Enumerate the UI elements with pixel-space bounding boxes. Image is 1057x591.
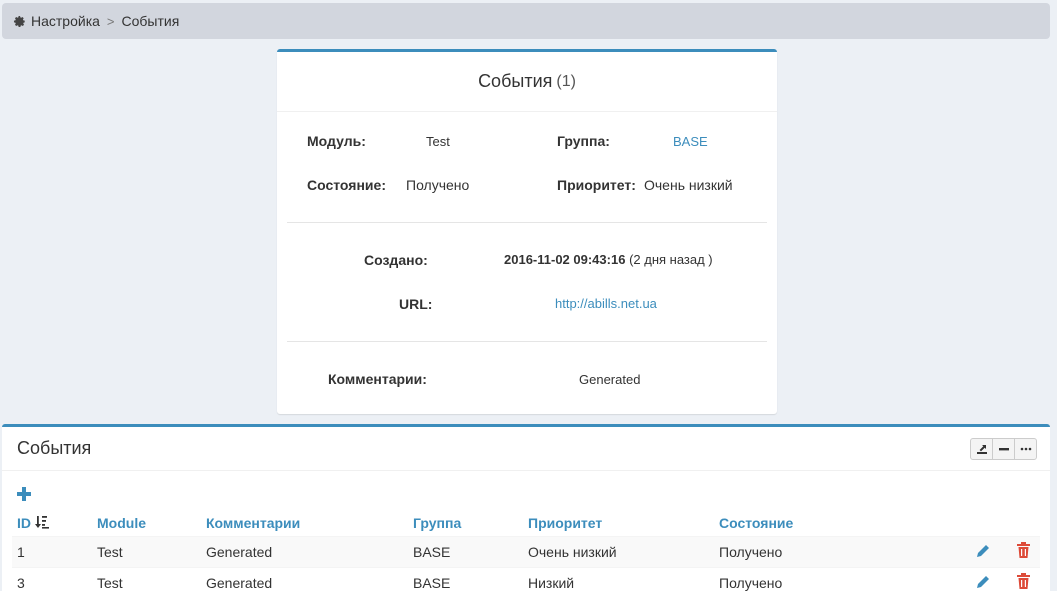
breadcrumb: Настройка > События xyxy=(2,3,1050,39)
priority-label: Приоритет: xyxy=(557,177,636,193)
divider xyxy=(287,341,767,342)
comments-label: Комментарии: xyxy=(328,371,427,387)
cell-priority: Очень низкий xyxy=(523,535,714,567)
created-label: Создано: xyxy=(364,252,428,268)
detail-title: События (1) xyxy=(277,52,777,112)
cell-module: Test xyxy=(92,566,201,591)
column-header-state[interactable]: Состояние xyxy=(714,510,949,536)
delete-button[interactable] xyxy=(1017,573,1030,591)
edit-button[interactable] xyxy=(976,574,991,591)
gear-icon xyxy=(13,15,25,27)
column-header-comments[interactable]: Комментарии xyxy=(201,510,408,536)
events-list-panel: События ID Module Комментарии Группа При… xyxy=(2,424,1050,591)
box-tools xyxy=(970,438,1037,460)
cell-priority: Низкий xyxy=(523,566,714,591)
url-label: URL: xyxy=(399,296,433,312)
minus-icon xyxy=(998,448,1009,451)
list-title: События xyxy=(17,438,92,458)
detail-count: (1) xyxy=(556,72,576,90)
column-header-id[interactable]: ID xyxy=(12,510,92,536)
module-value: Test xyxy=(426,134,450,149)
export-icon xyxy=(976,445,987,454)
export-button[interactable] xyxy=(970,438,993,460)
table-header-row: ID Module Комментарии Группа Приоритет С… xyxy=(12,510,1040,536)
cell-group: BASE xyxy=(408,535,523,567)
created-ago: (2 дня назад ) xyxy=(629,252,713,267)
divider xyxy=(287,222,767,223)
group-value: BASE xyxy=(673,134,708,149)
url-link[interactable]: http://abills.net.ua xyxy=(555,296,657,311)
created-value: 2016-11-02 09:43:16 xyxy=(504,252,626,267)
cell-state: Получено xyxy=(714,535,950,567)
table-row: 3 Test Generated BASE Низкий Получено xyxy=(12,566,1040,591)
column-header-module[interactable]: Module xyxy=(92,510,201,536)
events-table: ID Module Комментарии Группа Приоритет С… xyxy=(12,510,1040,591)
cell-actions xyxy=(949,566,1040,591)
pencil-icon xyxy=(977,575,990,588)
ellipsis-icon xyxy=(1020,447,1031,451)
table-row: 1 Test Generated BASE Очень низкий Получ… xyxy=(12,535,1040,567)
module-label: Модуль: xyxy=(307,133,366,149)
state-label: Состояние: xyxy=(307,177,386,193)
sort-desc-icon xyxy=(34,515,49,529)
cell-state: Получено xyxy=(714,566,950,591)
comments-value: Generated xyxy=(579,372,641,387)
list-header: События xyxy=(2,427,1050,471)
event-detail-panel: События (1) Модуль: Test Группа: BASE Со… xyxy=(277,49,777,414)
column-header-priority[interactable]: Приоритет xyxy=(523,510,714,536)
delete-button[interactable] xyxy=(1017,542,1030,561)
state-value: Получено xyxy=(406,177,470,193)
group-label: Группа: xyxy=(557,133,610,149)
cell-module: Test xyxy=(92,535,201,567)
priority-value: Очень низкий xyxy=(644,177,733,193)
pencil-icon xyxy=(977,544,990,557)
cell-group: BASE xyxy=(408,566,523,591)
column-header-label: ID xyxy=(17,514,31,531)
column-header-actions xyxy=(949,510,1040,536)
breadcrumb-separator: > xyxy=(106,13,115,29)
plus-icon[interactable] xyxy=(16,486,32,502)
breadcrumb-item-settings[interactable]: Настройка xyxy=(31,13,100,29)
detail-title-text: События xyxy=(478,71,553,91)
cell-actions xyxy=(949,535,1040,567)
cell-id: 1 xyxy=(12,535,92,567)
created-field: 2016-11-02 09:43:16 (2 дня назад ) xyxy=(504,252,713,267)
collapse-button[interactable] xyxy=(992,438,1015,460)
trash-icon xyxy=(1017,573,1030,590)
cell-comments: Generated xyxy=(201,535,408,567)
cell-comments: Generated xyxy=(201,566,408,591)
column-header-group[interactable]: Группа xyxy=(408,510,523,536)
breadcrumb-item-events: События xyxy=(121,13,180,29)
edit-button[interactable] xyxy=(976,543,991,561)
more-button[interactable] xyxy=(1014,438,1037,460)
trash-icon xyxy=(1017,542,1030,558)
cell-id: 3 xyxy=(12,566,92,591)
